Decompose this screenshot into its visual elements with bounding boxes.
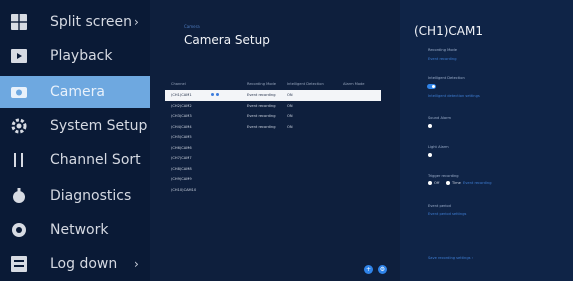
recording-mode: Event recording <box>247 103 276 108</box>
menu-label-system-setup: System Setup <box>50 118 148 134</box>
menu-item-system-setup[interactable]: System Setup <box>0 110 150 142</box>
menu-label-network: Network <box>50 222 109 238</box>
trigger-event-option[interactable]: Event recording <box>463 181 491 185</box>
table-row[interactable]: (CH2)CAM2 Event recording ON <box>165 101 381 112</box>
menu-label-channel-sort: Channel Sort <box>50 152 141 168</box>
diagnostics-icon <box>13 188 25 203</box>
logout-icon <box>11 256 27 272</box>
recording-mode: Event recording <box>247 124 276 129</box>
recording-mode: Event recording <box>247 93 276 97</box>
chevron-right-icon: › <box>134 257 139 271</box>
sound-alarm-label: Sound Alarm <box>428 116 452 120</box>
camera-icon <box>11 87 27 98</box>
channel-name: (CH10)CAM10 <box>171 187 197 192</box>
page-title: Camera Setup <box>184 33 270 47</box>
grid-icon <box>11 14 27 30</box>
detection-status: ON <box>287 114 293 118</box>
camera-title: (CH1)CAM1 <box>414 24 483 38</box>
channel-name: (CH6)CAM6 <box>171 145 192 150</box>
camera-setup-panel: Camera Camera Setup Channel Recording Mo… <box>150 0 400 281</box>
detection-status: ON <box>287 93 293 97</box>
trigger-recording-label: Trigger recording <box>428 174 459 178</box>
sound-alarm-switch[interactable] <box>428 124 432 128</box>
event-period-settings-link[interactable]: Event period settings <box>428 212 466 216</box>
menu-item-diagnostics[interactable]: Diagnostics <box>0 180 150 212</box>
channel-name: (CH1)CAM1 <box>171 93 192 97</box>
table-row[interactable]: (CH5)CAM5 <box>165 132 381 143</box>
playback-icon <box>11 49 27 63</box>
recording-mode: Event recording <box>247 114 276 118</box>
header-recording-mode: Recording Mode <box>247 82 276 86</box>
intelligent-detection-label: Intelligent Detection <box>428 76 465 80</box>
sort-icon <box>14 153 23 167</box>
menu-item-camera[interactable]: Camera <box>0 76 150 108</box>
header-alarm-mode: Alarm Mode <box>343 82 365 86</box>
menu-label-log-down: Log down <box>50 256 118 272</box>
channel-name: (CH5)CAM5 <box>171 135 192 139</box>
menu-label-playback: Playback <box>50 48 113 64</box>
detection-status: ON <box>287 124 293 129</box>
table-row[interactable]: (CH6)CAM6 <box>165 143 381 154</box>
chevron-right-icon: › <box>134 15 139 29</box>
channel-name: (CH9)CAM9 <box>171 177 192 181</box>
left-menu: Split screen › Playback Camera System Se… <box>0 0 150 281</box>
detection-status: ON <box>287 103 293 108</box>
table-row[interactable]: (CH7)CAM7 <box>165 153 381 164</box>
header-intelligent-detection: Intelligent Detection <box>287 82 324 86</box>
channel-name: (CH7)CAM7 <box>171 156 192 160</box>
menu-item-split-screen[interactable]: Split screen › <box>0 6 150 38</box>
channel-name: (CH4)CAM4 <box>171 124 192 129</box>
menu-item-log-down[interactable]: Log down › <box>0 248 150 280</box>
row-icons <box>211 93 221 97</box>
trigger-time-label: Time <box>452 181 461 185</box>
light-alarm-label: Light Alarm <box>428 145 449 149</box>
edit-icon[interactable] <box>211 93 214 96</box>
trigger-off-label: Off <box>434 181 440 185</box>
table-row[interactable]: (CH10)CAM10 <box>165 185 381 196</box>
table-row[interactable]: (CH1)CAM1 Event recording ON <box>165 90 381 101</box>
table-row[interactable]: (CH9)CAM9 <box>165 174 381 185</box>
light-alarm-switch[interactable] <box>428 153 432 157</box>
menu-label-camera: Camera <box>50 84 105 100</box>
table-row[interactable]: (CH4)CAM4 Event recording ON <box>165 122 381 133</box>
network-icon <box>12 223 26 237</box>
settings-icon <box>11 118 27 134</box>
event-period-label: Event period <box>428 204 451 208</box>
table-row[interactable]: (CH8)CAM8 <box>165 164 381 175</box>
intelligent-detection-toggle[interactable] <box>427 84 436 89</box>
recording-mode-label: Recording Mode <box>428 48 457 52</box>
camera-table: Channel Recording Mode Intelligent Detec… <box>165 80 381 195</box>
menu-label-diagnostics: Diagnostics <box>50 188 132 204</box>
menu-item-channel-sort[interactable]: Channel Sort <box>0 144 150 176</box>
trigger-time-radio[interactable] <box>446 181 450 185</box>
save-recording-settings-link[interactable]: Save recording settings › <box>428 256 473 260</box>
menu-item-playback[interactable]: Playback <box>0 40 150 72</box>
camera-detail-panel: (CH1)CAM1 Recording Mode Event recording… <box>400 0 573 281</box>
table-row[interactable]: (CH3)CAM3 Event recording ON <box>165 111 381 122</box>
channel-name: (CH2)CAM2 <box>171 103 192 108</box>
menu-label-split-screen: Split screen <box>50 14 133 30</box>
table-header: Channel Recording Mode Intelligent Detec… <box>165 80 381 90</box>
settings-button[interactable]: ⚙ <box>378 265 387 274</box>
breadcrumb[interactable]: Camera <box>184 24 200 29</box>
menu-item-network[interactable]: Network <box>0 214 150 246</box>
record-icon[interactable] <box>216 93 219 96</box>
add-button[interactable]: + <box>364 265 373 274</box>
channel-name: (CH3)CAM3 <box>171 114 192 118</box>
header-channel: Channel <box>171 82 186 86</box>
channel-name: (CH8)CAM8 <box>171 166 192 171</box>
app-root: Split screen › Playback Camera System Se… <box>0 0 573 281</box>
recording-mode-select[interactable]: Event recording <box>428 57 456 61</box>
trigger-off-radio[interactable] <box>428 181 432 185</box>
intelligent-detection-settings-link[interactable]: Intelligent detection settings <box>428 94 480 98</box>
